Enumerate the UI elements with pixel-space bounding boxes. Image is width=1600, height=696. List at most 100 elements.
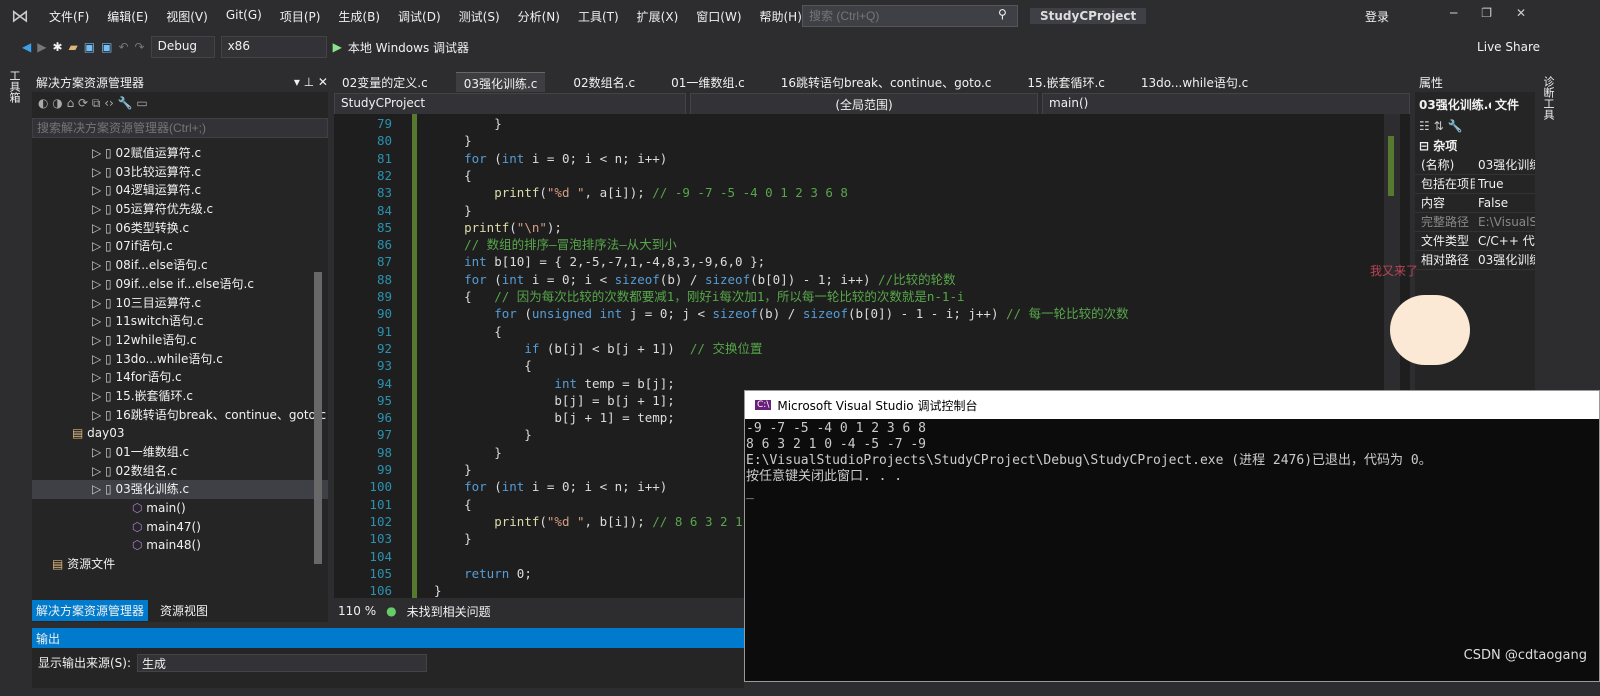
search-input[interactable] (802, 5, 1018, 27)
section-header[interactable]: ⊟ 杂项 (1415, 135, 1535, 156)
property-row[interactable]: 文件类型 C/C++ 代码 (1415, 232, 1535, 251)
scope-dropdown[interactable]: (全局范围) (690, 93, 1038, 115)
menu-item[interactable]: 窗口(W) (687, 8, 750, 25)
project-dropdown[interactable]: StudyCProject (334, 93, 686, 115)
se-toolbar[interactable]: ◐ ◑ ⌂ ⟳ ⧉ ‹› 🔧 ▭ (32, 92, 328, 118)
tree-item[interactable]: ▷ ▯ 08if...else语句.c (32, 256, 328, 275)
menu-item[interactable]: 编辑(E) (98, 8, 157, 25)
menu-item[interactable]: 扩展(X) (628, 8, 688, 25)
tree-item[interactable]: ▷ ▯ 04逻辑运算符.c (32, 181, 328, 200)
platform-select[interactable]: x86 (220, 36, 327, 58)
tree-item[interactable]: ▷ ▯ 15.嵌套循环.c (32, 387, 328, 406)
run-icon[interactable]: ▶ (333, 40, 342, 54)
property-row[interactable]: 内容 False (1415, 194, 1535, 213)
property-name: 内容 (1421, 196, 1446, 210)
property-value[interactable]: C/C++ 代码 (1475, 232, 1535, 250)
tree-item[interactable]: ⬡ main() (32, 499, 328, 518)
menu-item[interactable]: Git(G) (217, 8, 271, 25)
tree-item-label: 03比较运算符.c (115, 164, 202, 179)
new-project-icon[interactable]: ✱ (52, 40, 62, 54)
tab[interactable]: 16跳转语句break、continue、goto.c (773, 72, 1000, 92)
redo-icon[interactable]: ↷ (135, 40, 145, 54)
se-tab[interactable]: 资源视图 (156, 600, 212, 621)
tree-item[interactable]: ▷ ▯ 03强化训练.c (32, 480, 328, 500)
save-icon[interactable]: ▣ (84, 40, 95, 54)
tree-item[interactable]: ⬡ main47() (32, 518, 328, 537)
console-title: Microsoft Visual Studio 调试控制台 (777, 398, 978, 413)
tree-item[interactable]: ▷ ▯ 12while语句.c (32, 331, 328, 350)
toolbox-strip[interactable]: 工具箱 (0, 62, 30, 622)
menu-item[interactable]: 分析(N) (509, 8, 569, 25)
tree-item[interactable]: ▤ 资源文件 (32, 555, 328, 574)
property-value[interactable]: False (1475, 194, 1535, 212)
scrollbar[interactable] (314, 272, 322, 564)
tree-item[interactable]: ▷ ▯ 03比较运算符.c (32, 163, 328, 182)
code-line: } (434, 444, 502, 460)
forward-icon[interactable]: ▶ (37, 40, 46, 54)
tree-item[interactable]: ▷ ▯ 10三目运算符.c (32, 294, 328, 313)
config-select[interactable]: Debug (150, 36, 215, 58)
tab[interactable]: 01一维数组.c (663, 72, 753, 92)
debug-console-window[interactable]: C:\ Microsoft Visual Studio 调试控制台 -9 -7 -… (744, 390, 1600, 682)
menu-item[interactable]: 项目(P) (271, 8, 330, 25)
tab[interactable]: 03强化训练.c (455, 72, 546, 92)
tree-item[interactable]: ▷ ▯ 02数组名.c (32, 462, 328, 481)
tree-item[interactable]: ▷ ▯ 06类型转换.c (32, 219, 328, 238)
tab[interactable]: 02数组名.c (565, 72, 643, 92)
property-object[interactable]: 03强化训练.c (1419, 96, 1491, 113)
run-button[interactable]: 本地 Windows 调试器 (348, 39, 469, 56)
property-value[interactable]: True (1475, 175, 1535, 193)
tree-item[interactable]: ▷ ▯ 02赋值运算符.c (32, 144, 328, 163)
tree-item[interactable]: ▷ ▯ 14for语句.c (32, 368, 328, 387)
property-value[interactable]: 03强化训练.c (1475, 251, 1535, 269)
c-file-icon: ▷ ▯ (92, 276, 116, 291)
code-line: { // 因为每次比较的次数都要减1，刚好i每次加1，所以每一轮比较的次数就是n… (434, 289, 965, 304)
properties-toolbar[interactable]: ☷ ⇅ 🔧 (1415, 117, 1535, 135)
zoom-level[interactable]: 110 % (338, 604, 376, 618)
menu-item[interactable]: 文件(F) (40, 8, 98, 25)
tree-item[interactable]: ▤ day03 (32, 424, 328, 443)
open-icon[interactable]: ▰ (69, 40, 78, 54)
function-icon: ⬡ (132, 519, 147, 534)
pin-icon[interactable]: ▾ ⊥ ✕ (294, 75, 328, 89)
se-search-input[interactable] (32, 118, 328, 138)
property-row[interactable]: (名称) 03强化训练.c (1415, 156, 1535, 175)
tree-item[interactable]: ▷ ▯ 05运算符优先级.c (32, 200, 328, 219)
save-all-icon[interactable]: ▣ (101, 40, 112, 54)
property-row[interactable]: 包括在项目中True (1415, 175, 1535, 194)
menu-item[interactable]: 调试(D) (389, 8, 450, 25)
live-share-button[interactable]: Live Share (1477, 40, 1540, 54)
tab[interactable]: 13do...while语句.c (1133, 72, 1256, 92)
property-row[interactable]: 完整路径 E:\VisualStudioProjects (1415, 213, 1535, 232)
menu-item[interactable]: 生成(B) (329, 8, 389, 25)
tab[interactable]: 02变量的定义.c (334, 72, 436, 92)
property-value[interactable]: 03强化训练.c (1475, 156, 1535, 174)
diagnostics-strip[interactable]: 诊断工具 (1540, 72, 1560, 372)
menu-item[interactable]: 工具(T) (569, 8, 628, 25)
toolbox-tab[interactable]: 工具箱 (0, 62, 28, 111)
output-source-select[interactable]: 生成 (137, 654, 428, 672)
tree-item[interactable]: ▷ ▯ 09if...else if...else语句.c (32, 275, 328, 294)
tree-item[interactable]: ▷ ▯ 01一维数组.c (32, 443, 328, 462)
menu-item[interactable]: 视图(V) (157, 8, 217, 25)
sticker-text: 我又来了 (1370, 264, 1419, 278)
window-controls[interactable]: ─❐✕ (1450, 6, 1550, 20)
tree-item[interactable]: ▷ ▯ 16跳转语句break、continue、goto.c (32, 406, 328, 425)
property-name: 包括在项目中 (1421, 177, 1475, 191)
property-value[interactable]: E:\VisualStudioProjects (1475, 213, 1535, 231)
tree-item[interactable]: ⬡ main48() (32, 536, 328, 555)
member-dropdown[interactable]: main() (1042, 93, 1410, 115)
vs-logo-icon: ⋈ (11, 5, 29, 27)
c-file-icon: ▷ ▯ (92, 202, 116, 217)
tree-item[interactable]: ▷ ▯ 07if语句.c (32, 237, 328, 256)
tree-item[interactable]: ▷ ▯ 13do...while语句.c (32, 350, 328, 369)
diagnostics-tab[interactable]: 诊断工具 (1540, 72, 1556, 120)
login-button[interactable]: 登录 (1365, 8, 1389, 25)
se-tab[interactable]: 解决方案资源管理器 (32, 600, 149, 621)
tree-item[interactable]: ▷ ▯ 11switch语句.c (32, 312, 328, 331)
undo-icon[interactable]: ↶ (118, 40, 128, 54)
back-icon[interactable]: ◀ (22, 40, 31, 54)
menu-item[interactable]: 测试(S) (450, 8, 509, 25)
tab[interactable]: 15.嵌套循环.c (1019, 72, 1113, 92)
issues-status[interactable]: 未找到相关问题 (407, 603, 491, 620)
